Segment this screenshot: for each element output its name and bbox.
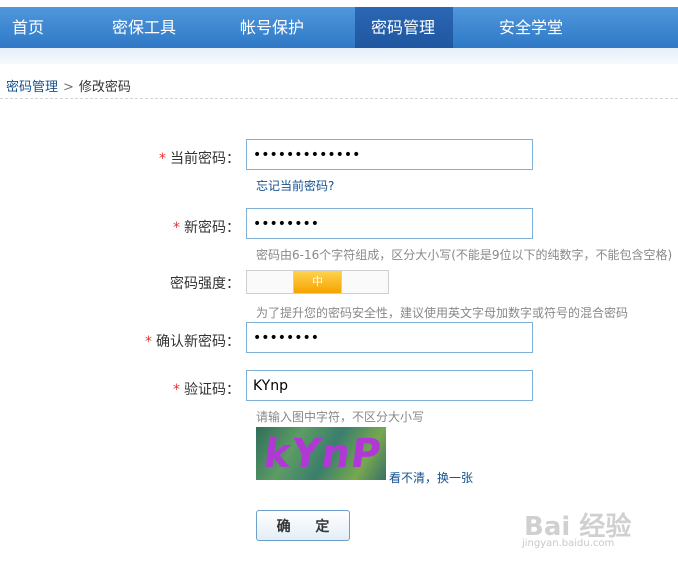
confirm-password-label: * 确认新密码： [145, 334, 240, 350]
refresh-captcha-link[interactable]: 看不清，换一张 [389, 469, 473, 486]
nav-tab-security-academy[interactable]: 安全学堂 [453, 7, 593, 48]
new-password-hint: 密码由6-16个字符组成，区分大小写(不能是9位以下的纯数字，不能包含空格) [256, 248, 673, 262]
current-password-input[interactable] [246, 139, 533, 170]
strength-label: 密码强度： [170, 276, 240, 292]
captcha-hint: 请输入图中字符，不区分大小写 [256, 410, 425, 424]
captcha-input[interactable] [246, 370, 533, 401]
breadcrumb-parent-link[interactable]: 密码管理 [6, 80, 58, 95]
current-password-label: * 当前密码： [159, 151, 240, 167]
confirm-password-input[interactable] [246, 322, 533, 353]
nav-tab-account-protection[interactable]: 帐号保护 [210, 7, 355, 48]
submit-button[interactable]: 确 定 [256, 510, 350, 541]
forgot-password-link[interactable]: 忘记当前密码? [256, 177, 334, 194]
strength-segment-weak [247, 271, 293, 293]
nav-tab-password-management[interactable]: 密码管理 [355, 7, 453, 48]
strength-segment-strong [340, 271, 388, 293]
strength-hint: 为了提升您的密码安全性，建议使用英文字母加数字或符号的混合密码 [256, 306, 629, 320]
new-password-input[interactable] [246, 208, 533, 239]
breadcrumb: 密码管理 > 修改密码 [6, 76, 131, 95]
required-mark: * [145, 334, 152, 350]
required-mark: * [173, 382, 180, 398]
breadcrumb-current: 修改密码 [78, 80, 131, 95]
breadcrumb-divider [0, 98, 678, 99]
captcha-image[interactable]: kYnP [256, 427, 386, 480]
watermark-url: jingyan.baidu.com [522, 538, 615, 549]
nav-subbar [0, 48, 678, 64]
nav-tab-home[interactable]: 首页 [0, 7, 82, 48]
password-strength-meter: 中 [246, 270, 389, 294]
top-nav: 首页 密保工具 帐号保护 密码管理 安全学堂 [0, 7, 678, 48]
baidu-jingyan-watermark: Bai 经验 jingyan.baidu.com [520, 500, 676, 560]
captcha-label: * 验证码： [173, 382, 240, 398]
required-mark: * [173, 220, 180, 236]
new-password-label: * 新密码： [173, 220, 240, 236]
breadcrumb-separator: > [63, 80, 74, 95]
required-mark: * [159, 151, 166, 167]
strength-segment-medium: 中 [293, 271, 341, 293]
nav-tab-security-tools[interactable]: 密保工具 [82, 7, 210, 48]
captcha-image-text: kYnP [260, 431, 385, 477]
